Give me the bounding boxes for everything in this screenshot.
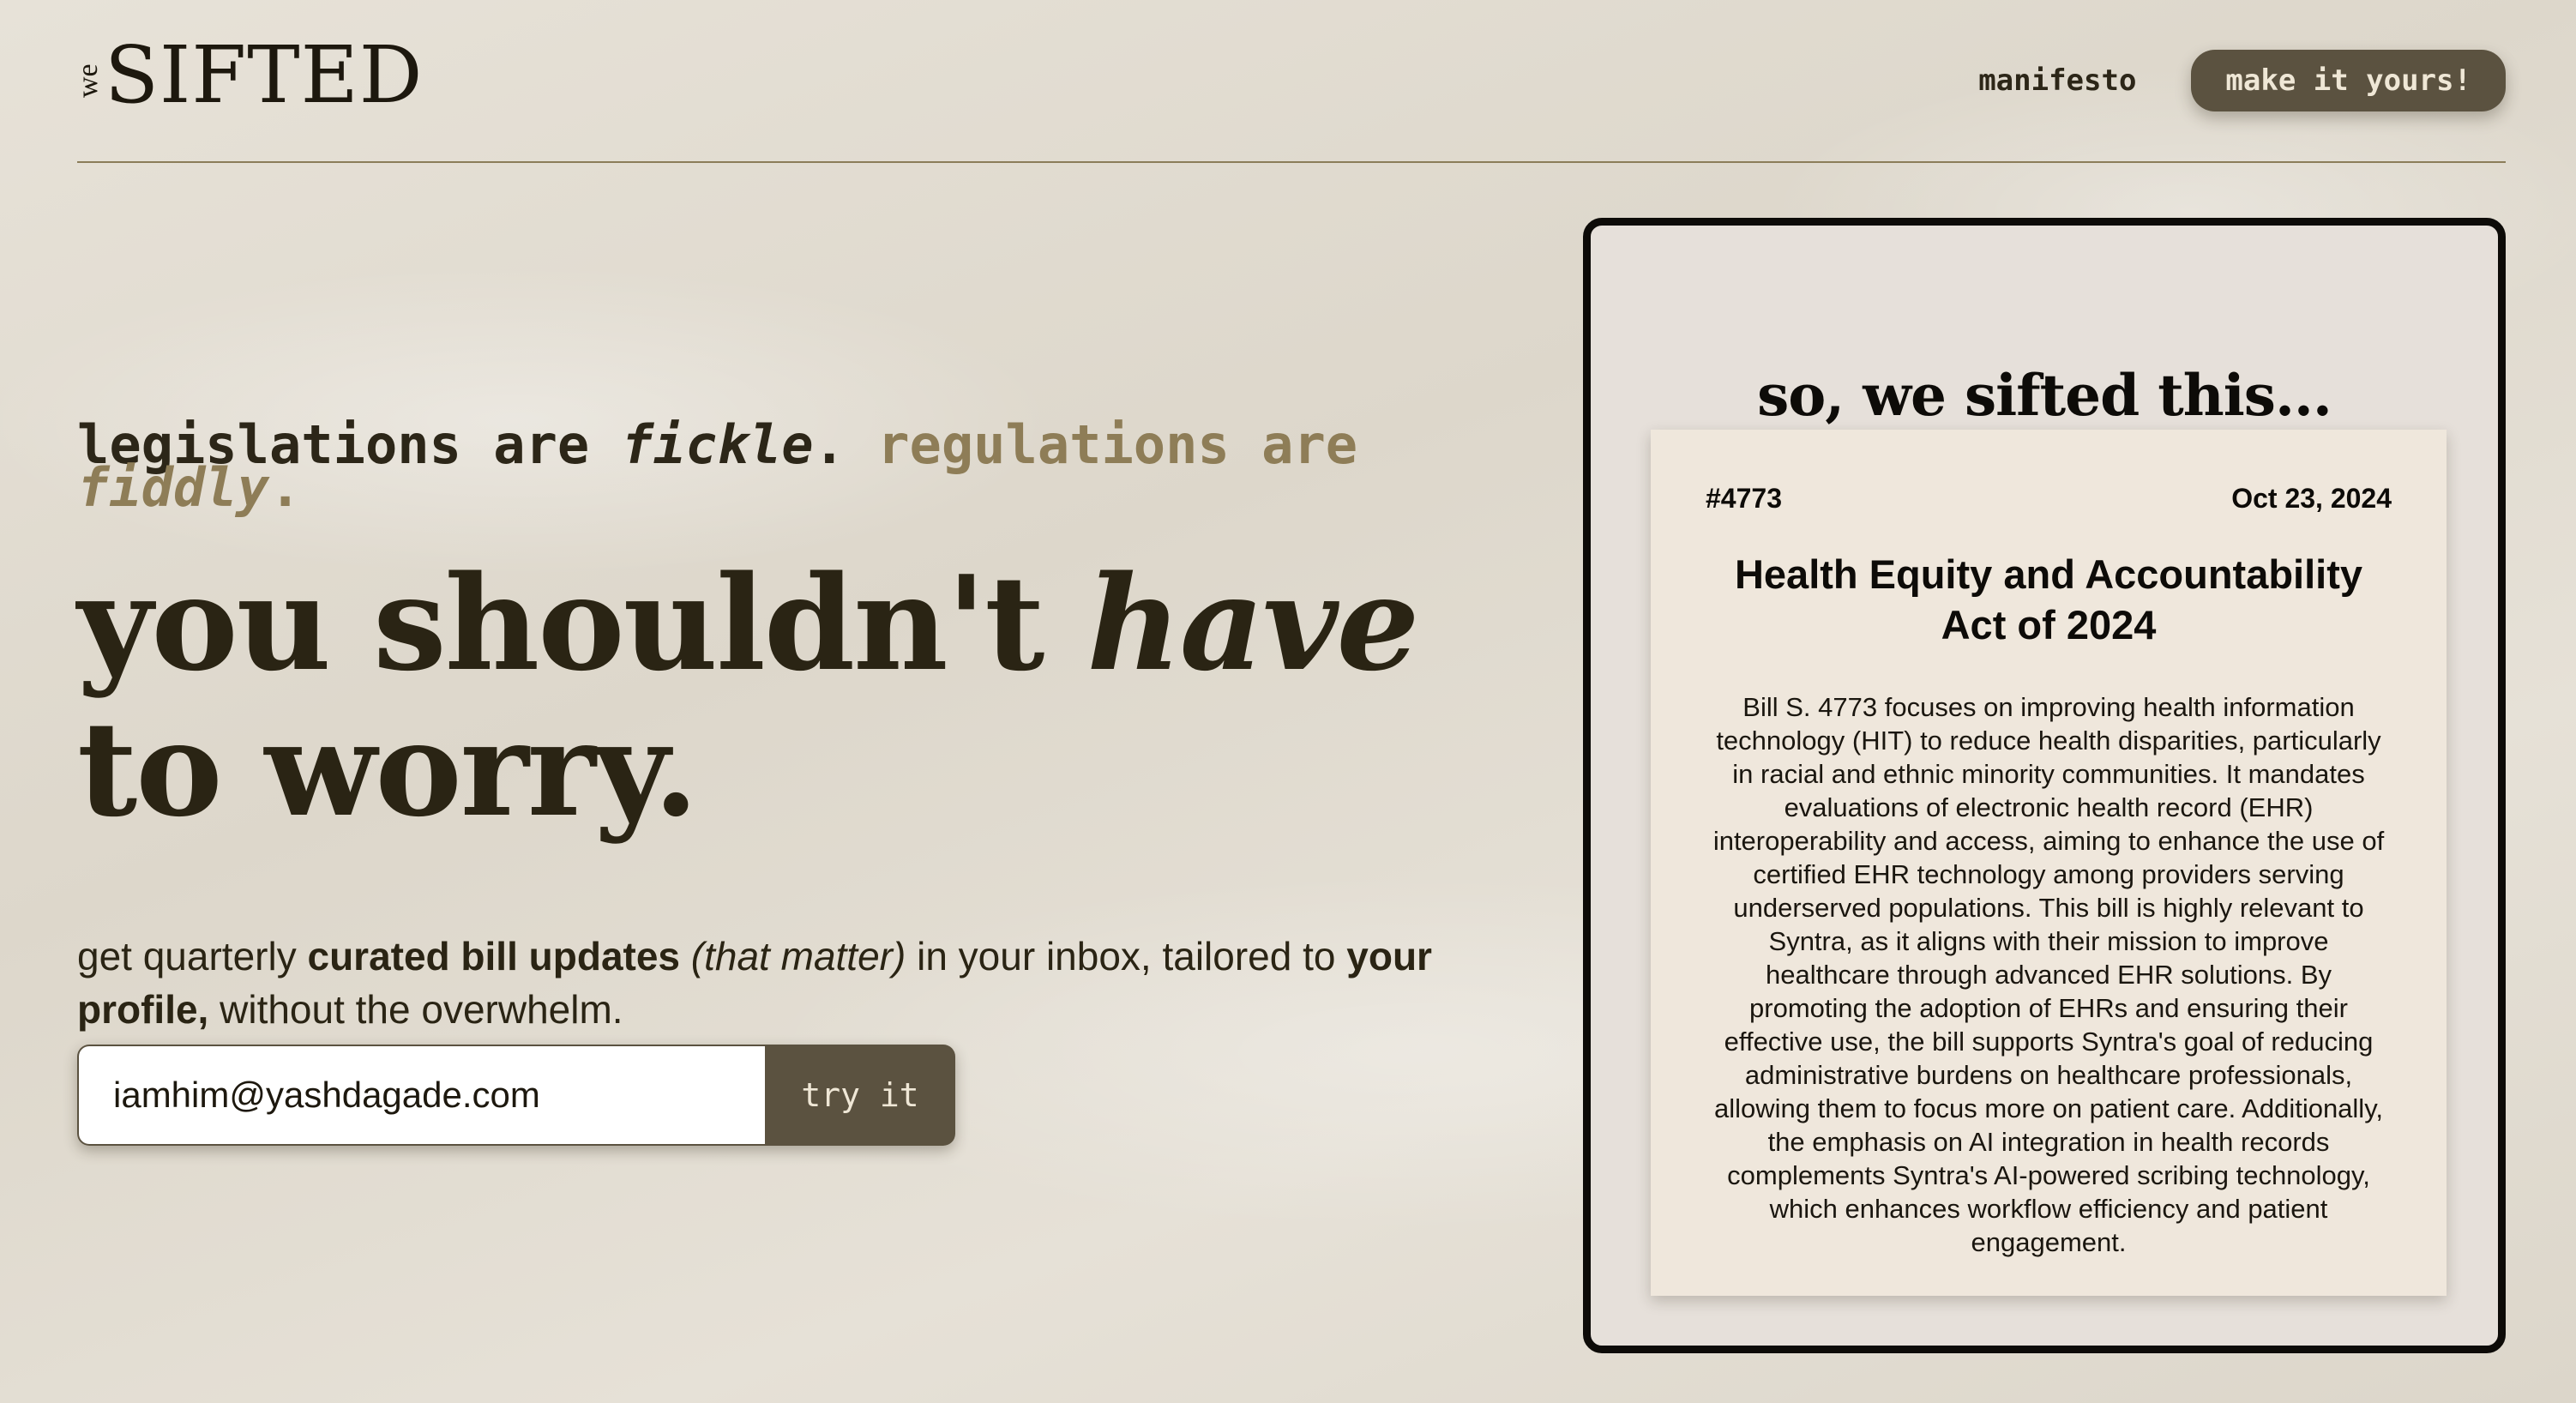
tagline-text-2: regulations are [877, 413, 1358, 476]
bill-date: Oct 23, 2024 [2231, 483, 2392, 514]
bill-card: #4773 Oct 23, 2024 Health Equity and Acc… [1651, 430, 2447, 1296]
make-it-yours-button[interactable]: make it yours! [2191, 50, 2506, 111]
sub-italic: (that matter) [680, 933, 906, 978]
tagline-fickle: fickle [621, 413, 814, 476]
bill-title: Health Equity and Accountability Act of … [1734, 551, 2363, 647]
headline-text-1: you shouldn't [77, 546, 1087, 700]
site-header: we SIFTED manifesto make it yours! [72, 0, 2506, 163]
sub-text-1: get quarterly [77, 933, 308, 978]
tagline-fiddly: fiddly [77, 456, 269, 519]
tagline-dot-2: . [268, 456, 302, 519]
logo-wordmark: SIFTED [105, 29, 424, 121]
preview-title: so, we sifted this... [1757, 361, 2332, 429]
bill-number: #4773 [1706, 483, 1782, 514]
try-it-button[interactable]: try it [765, 1045, 955, 1146]
hero-section: legislations are fickle. regulations are… [77, 418, 1535, 1075]
nav-link-manifesto[interactable]: manifesto [1978, 63, 2136, 98]
headline-have: have [1086, 546, 1419, 700]
logo-prefix: we [72, 63, 104, 98]
signup-form: try it [77, 1045, 955, 1146]
top-nav: manifesto make it yours! [1978, 50, 2506, 111]
sub-text-3: without the overwhelm. [208, 986, 623, 1032]
email-input[interactable] [77, 1045, 765, 1146]
tagline: legislations are fickle. regulations are… [77, 418, 1466, 515]
hero-description: get quarterly curated bill updates (that… [77, 930, 1552, 1036]
tagline-dot-1: . [813, 413, 878, 476]
logo[interactable]: we SIFTED [72, 29, 424, 121]
preview-panel: so, we sifted this... #4773 Oct 23, 2024… [1583, 218, 2506, 1353]
bill-meta: #4773 Oct 23, 2024 [1706, 483, 2392, 515]
sub-bold-1: curated bill updates [307, 933, 681, 978]
bill-summary: Bill S. 4773 focuses on improving health… [1712, 692, 2385, 1257]
headline-text-2: to worry. [77, 692, 699, 846]
sub-text-2: in your inbox, tailored to [906, 933, 1347, 978]
page-headline: you shouldn't have to worry. [77, 551, 1449, 842]
